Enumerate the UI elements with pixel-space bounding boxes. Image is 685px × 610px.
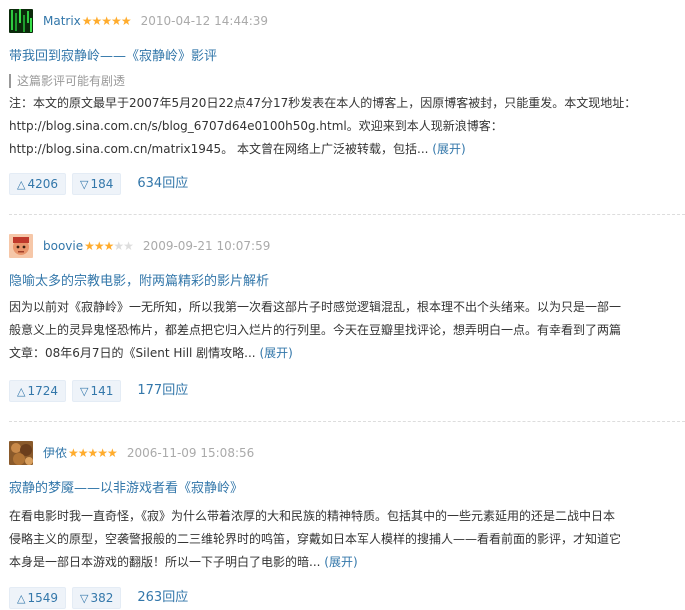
excerpt-line: http://blog.sina.com.cn/matrix1945。 本文曾在… bbox=[9, 142, 466, 156]
rating-stars: ★★★★★ bbox=[84, 239, 134, 253]
review-date: 2010-04-12 14:44:39 bbox=[140, 14, 269, 28]
avatar[interactable] bbox=[9, 441, 33, 465]
excerpt-line: 本身是一部日本游戏的翻版！所以一下子明白了电影的暗... (展开) bbox=[9, 555, 358, 569]
author-name[interactable]: 伊侬 bbox=[43, 446, 67, 460]
replies-link[interactable]: 634回应 bbox=[137, 173, 188, 195]
triangle-up-icon: △ bbox=[17, 178, 26, 191]
excerpt-line: 注：本文的原文最早于2007年5月20日22点47分17秒发表在本人的博客上，因… bbox=[9, 96, 637, 110]
rating-stars: ★★★★★ bbox=[81, 14, 132, 28]
review-actions: △ 1549 ▽ 382 263回应 bbox=[9, 587, 188, 609]
avatar[interactable] bbox=[9, 9, 33, 33]
replies-link[interactable]: 263回应 bbox=[137, 587, 188, 609]
downvote-button[interactable]: ▽ 141 bbox=[72, 380, 122, 402]
replies-link[interactable]: 177回应 bbox=[137, 380, 188, 402]
review-actions: △ 1724 ▽ 141 177回应 bbox=[9, 380, 188, 402]
review-excerpt: 在看电影时我一直奇怪，《寂》为什么带着浓厚的大和民族的精神特质。包括其中的一些元… bbox=[9, 505, 679, 574]
review-title[interactable]: 寂静的梦魇——以非游戏者看《寂静岭》 bbox=[9, 477, 243, 496]
review-actions: △ 4206 ▽ 184 634回应 bbox=[9, 173, 188, 195]
divider bbox=[9, 421, 685, 422]
triangle-down-icon: ▽ bbox=[80, 385, 89, 398]
upvote-button[interactable]: △ 4206 bbox=[9, 173, 67, 195]
triangle-up-icon: △ bbox=[17, 592, 26, 605]
excerpt-line: http://blog.sina.com.cn/s/blog_6707d64e0… bbox=[9, 119, 503, 133]
excerpt-line: 文章：08年6月7日的《Silent Hill 剧情攻略... (展开) bbox=[9, 346, 293, 360]
rating-stars: ★★★★★ bbox=[68, 446, 118, 460]
review-title[interactable]: 带我回到寂静岭——《寂静岭》影评 bbox=[9, 45, 217, 64]
avatar[interactable] bbox=[9, 234, 33, 258]
triangle-down-icon: ▽ bbox=[80, 178, 89, 191]
review-excerpt: 注：本文的原文最早于2007年5月20日22点47分17秒发表在本人的博客上，因… bbox=[9, 92, 679, 161]
review-date: 2009-09-21 10:07:59 bbox=[142, 239, 271, 253]
triangle-up-icon: △ bbox=[17, 385, 26, 398]
expand-link[interactable]: (展开) bbox=[324, 555, 357, 569]
author-name[interactable]: Matrix bbox=[43, 14, 81, 28]
review-title[interactable]: 隐喻太多的宗教电影，附两篇精彩的影片解析 bbox=[9, 270, 269, 289]
divider bbox=[9, 214, 685, 215]
spoiler-notice: 这篇影评可能有剧透 bbox=[9, 74, 125, 88]
excerpt-line: 因为以前对《寂静岭》一无所知，所以我第一次看这部片子时感觉逻辑混乱，根本理不出个… bbox=[9, 300, 622, 314]
review-excerpt: 因为以前对《寂静岭》一无所知，所以我第一次看这部片子时感觉逻辑混乱，根本理不出个… bbox=[9, 296, 679, 365]
review-date: 2006-11-09 15:08:56 bbox=[126, 446, 255, 460]
downvote-button[interactable]: ▽ 184 bbox=[72, 173, 122, 195]
excerpt-line: 般意义上的灵异鬼怪恐怖片，都差点把它归入烂片的行列里。今天在豆瓣里找评论，想弄明… bbox=[9, 323, 622, 337]
review-meta: Matrix★★★★★ 2010-04-12 14:44:39 bbox=[43, 10, 268, 30]
review-meta: boovie★★★★★ 2009-09-21 10:07:59 bbox=[43, 235, 270, 255]
excerpt-line: 在看电影时我一直奇怪，《寂》为什么带着浓厚的大和民族的精神特质。包括其中的一些元… bbox=[9, 509, 616, 523]
expand-link[interactable]: (展开) bbox=[259, 346, 292, 360]
review-meta: 伊侬★★★★★ 2006-11-09 15:08:56 bbox=[43, 442, 254, 462]
upvote-button[interactable]: △ 1549 bbox=[9, 587, 67, 609]
author-name[interactable]: boovie bbox=[43, 239, 83, 253]
downvote-button[interactable]: ▽ 382 bbox=[72, 587, 122, 609]
upvote-button[interactable]: △ 1724 bbox=[9, 380, 67, 402]
triangle-down-icon: ▽ bbox=[80, 592, 89, 605]
expand-link[interactable]: (展开) bbox=[432, 142, 465, 156]
excerpt-line: 侵略主义的原型，空袭警报般的二三维轮界时的鸣笛，穿戴如日本军人模样的搜捕人——看… bbox=[9, 532, 622, 546]
